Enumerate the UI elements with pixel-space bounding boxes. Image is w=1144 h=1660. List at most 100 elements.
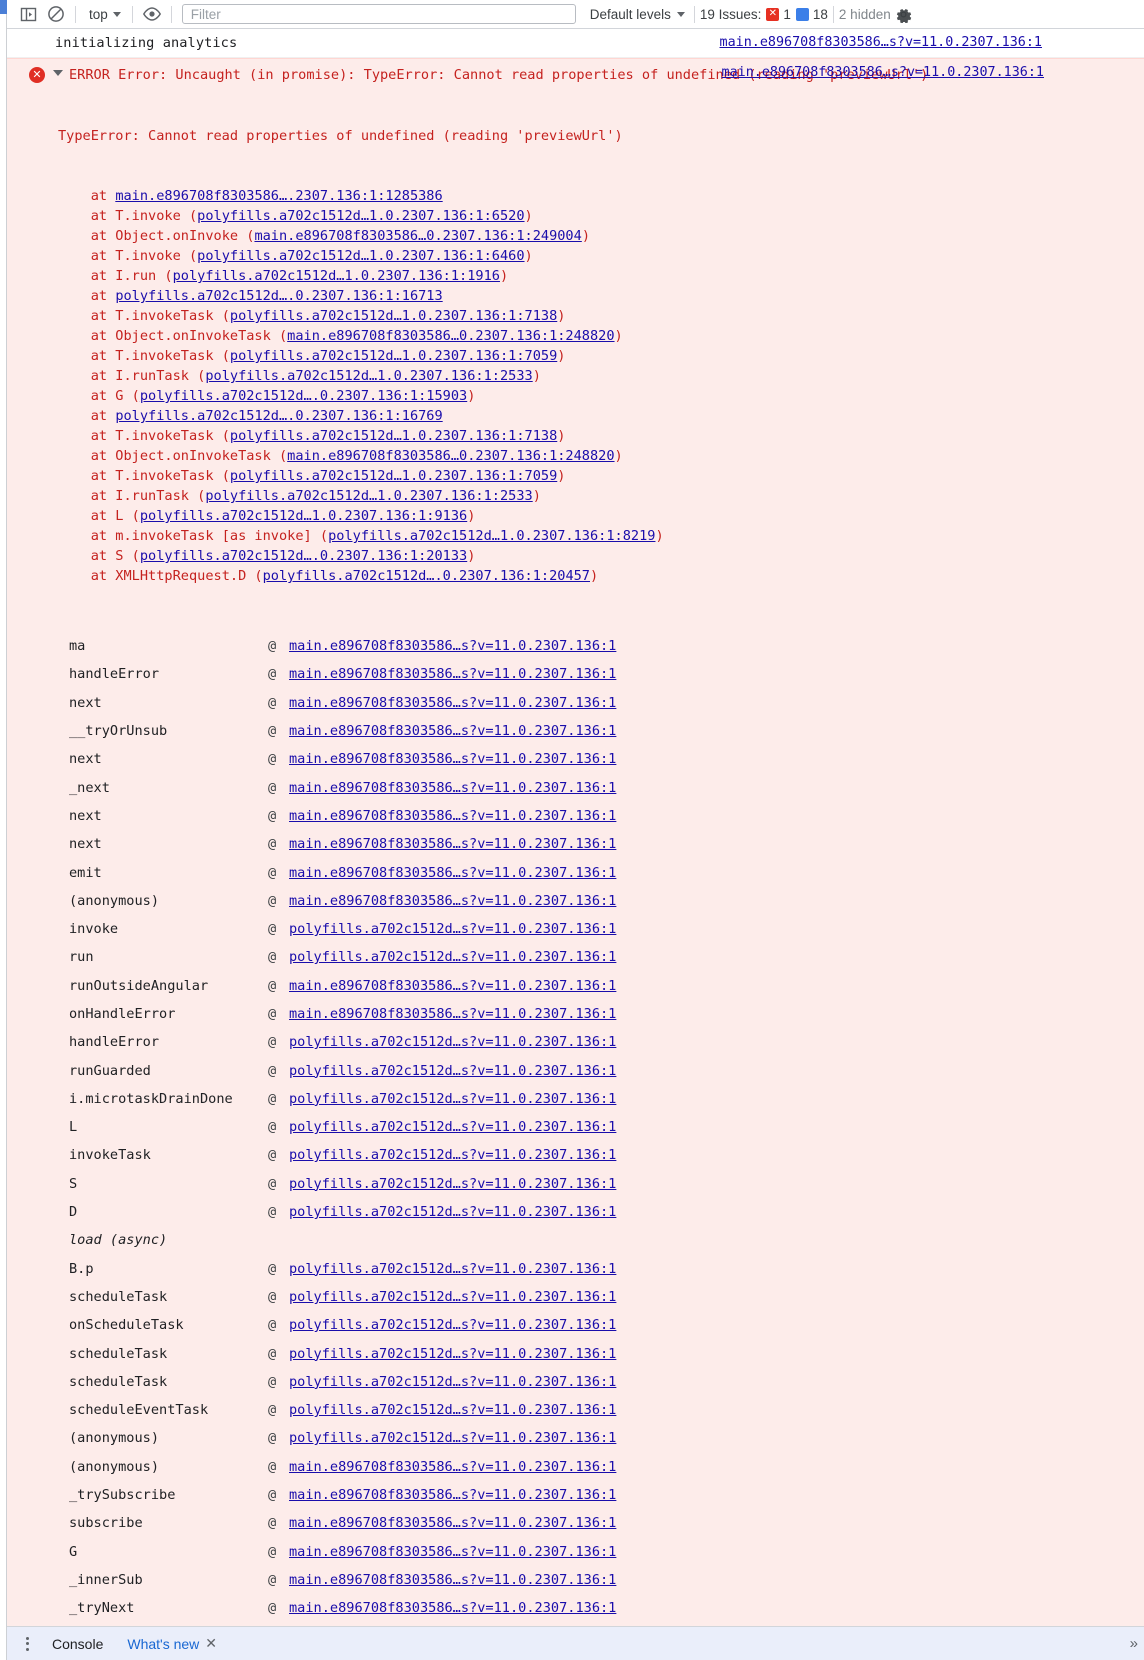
stack-frame-row[interactable]: G @ main.e896708f8303586…s?v=11.0.2307.136… bbox=[7, 1538, 1144, 1566]
stack-frame-row[interactable]: runGuarded @ polyfills.a702c1512d…s?v=11.0… bbox=[7, 1056, 1144, 1084]
stack-line-source-link[interactable]: polyfills.a702c1512d…1.0.2307.136:1:6520 bbox=[197, 208, 524, 224]
stack-line-source-link[interactable]: main.e896708f8303586…0.2307.136:1:248820 bbox=[287, 448, 614, 464]
stack-line-source-link[interactable]: polyfills.a702c1512d….0.2307.136:1:16769 bbox=[115, 408, 442, 424]
error-header[interactable]: ✕ ERROR Error: Uncaught (in promise): Ty… bbox=[7, 65, 1144, 86]
execution-context-selector[interactable]: top bbox=[81, 5, 127, 24]
log-levels-selector[interactable]: Default levels bbox=[586, 5, 689, 24]
frame-source-link[interactable]: polyfills.a702c1512d…s?v=11.0.2307.136:1 bbox=[289, 1120, 616, 1134]
stack-line-source-link[interactable]: polyfills.a702c1512d…1.0.2307.136:1:8219 bbox=[328, 528, 655, 544]
stack-line-source-link[interactable]: polyfills.a702c1512d…1.0.2307.136:1:7059 bbox=[230, 468, 557, 484]
stack-line-source-link[interactable]: polyfills.a702c1512d….0.2307.136:1:20133 bbox=[140, 548, 467, 564]
frame-source-link[interactable]: main.e896708f8303586…s?v=11.0.2307.136:1 bbox=[289, 809, 616, 823]
error-source-link[interactable]: main.e896708f8303586…s?v=11.0.2307.136:1 bbox=[722, 66, 1044, 80]
stack-frame-row[interactable]: i.microtaskDrainDone @ polyfills.a702c1512… bbox=[7, 1085, 1144, 1113]
drawer-tab-whats-new[interactable]: What's new bbox=[115, 1627, 203, 1660]
stack-frame-row[interactable]: _innerSub @ main.e896708f8303586…s?v=11.0.… bbox=[7, 1566, 1144, 1594]
frame-source-link[interactable]: polyfills.a702c1512d…s?v=11.0.2307.136:1 bbox=[289, 1431, 616, 1445]
stack-frame-row[interactable]: handleError @ polyfills.a702c1512d…s?v=11.… bbox=[7, 1028, 1144, 1056]
frame-source-link[interactable]: polyfills.a702c1512d…s?v=11.0.2307.136:1 bbox=[289, 1262, 616, 1276]
stack-frame-row[interactable]: B.p @ polyfills.a702c1512d…s?v=11.0.2307.1… bbox=[7, 1255, 1144, 1283]
stack-line-source-link[interactable]: polyfills.a702c1512d…1.0.2307.136:1:2533 bbox=[205, 488, 532, 504]
log-message-row[interactable]: initializing analytics main.e896708f8303… bbox=[7, 29, 1144, 58]
stack-frame-row[interactable]: (anonymous) @ polyfills.a702c1512d…s?v=11.… bbox=[7, 1424, 1144, 1452]
stack-frame-row[interactable]: next @ main.e896708f8303586…s?v=11.0.2307.… bbox=[7, 830, 1144, 858]
console-message-log[interactable]: initializing analytics main.e896708f8303… bbox=[7, 29, 1144, 58]
frame-source-link[interactable]: polyfills.a702c1512d…s?v=11.0.2307.136:1 bbox=[289, 1347, 616, 1361]
live-expression-button[interactable] bbox=[138, 1, 166, 27]
frame-source-link[interactable]: polyfills.a702c1512d…s?v=11.0.2307.136:1 bbox=[289, 1148, 616, 1162]
more-tools-button[interactable] bbox=[14, 1631, 40, 1657]
log-message-source-link[interactable]: main.e896708f8303586…s?v=11.0.2307.136:1 bbox=[720, 36, 1042, 50]
clear-console-button[interactable] bbox=[42, 1, 70, 27]
frame-source-link[interactable]: main.e896708f8303586…s?v=11.0.2307.136:1 bbox=[289, 724, 616, 738]
stack-line-source-link[interactable]: polyfills.a702c1512d…1.0.2307.136:1:7138 bbox=[230, 308, 557, 324]
console-settings-button[interactable] bbox=[891, 1, 917, 27]
stack-frame-row[interactable]: invoke @ polyfills.a702c1512d…s?v=11.0.230… bbox=[7, 915, 1144, 943]
frame-source-link[interactable]: main.e896708f8303586…s?v=11.0.2307.136:1 bbox=[289, 667, 616, 681]
stack-frame-row[interactable]: (anonymous) @ main.e896708f8303586…s?v=11.… bbox=[7, 1453, 1144, 1481]
stack-frame-row[interactable]: L @ polyfills.a702c1512d…s?v=11.0.2307.136… bbox=[7, 1113, 1144, 1141]
frame-source-link[interactable]: main.e896708f8303586…s?v=11.0.2307.136:1 bbox=[289, 1007, 616, 1021]
frame-source-link[interactable]: main.e896708f8303586…s?v=11.0.2307.136:1 bbox=[289, 752, 616, 766]
stack-frame-row[interactable]: invokeTask @ polyfills.a702c1512d…s?v=11.0… bbox=[7, 1141, 1144, 1169]
stack-frame-row[interactable]: _trySubscribe @ main.e896708f8303586…s?v=1… bbox=[7, 1481, 1144, 1509]
stack-line-source-link[interactable]: polyfills.a702c1512d…1.0.2307.136:1:6460 bbox=[197, 248, 524, 264]
stack-frame-row[interactable]: handleError @ main.e896708f8303586…s?v=11.… bbox=[7, 660, 1144, 688]
frame-source-link[interactable]: main.e896708f8303586…s?v=11.0.2307.136:1 bbox=[289, 979, 616, 993]
frame-source-link[interactable]: polyfills.a702c1512d…s?v=11.0.2307.136:1 bbox=[289, 1403, 616, 1417]
stack-frame-row[interactable]: onHandleError @ main.e896708f8303586…s?v=1… bbox=[7, 1000, 1144, 1028]
stack-frame-row[interactable]: _next @ main.e896708f8303586…s?v=11.0.2307… bbox=[7, 773, 1144, 801]
close-icon[interactable]: ✕ bbox=[203, 1627, 225, 1660]
frame-source-link[interactable]: main.e896708f8303586…s?v=11.0.2307.136:1 bbox=[289, 696, 616, 710]
frame-source-link[interactable]: main.e896708f8303586…s?v=11.0.2307.136:1 bbox=[289, 1460, 616, 1474]
filter-input-wrapper[interactable] bbox=[181, 4, 576, 24]
expand-triangle-icon[interactable] bbox=[53, 70, 63, 76]
stack-line-source-link[interactable]: main.e896708f8303586…0.2307.136:1:249004 bbox=[254, 228, 581, 244]
stack-line-source-link[interactable]: polyfills.a702c1512d…1.0.2307.136:1:7138 bbox=[230, 428, 557, 444]
drawer-tab-console[interactable]: Console bbox=[40, 1627, 115, 1660]
stack-line-source-link[interactable]: polyfills.a702c1512d….0.2307.136:1:16713 bbox=[115, 288, 442, 304]
frame-source-link[interactable]: polyfills.a702c1512d…s?v=11.0.2307.136:1 bbox=[289, 950, 616, 964]
frame-source-link[interactable]: main.e896708f8303586…s?v=11.0.2307.136:1 bbox=[289, 1516, 616, 1530]
stack-line-source-link[interactable]: polyfills.a702c1512d…1.0.2307.136:1:7059 bbox=[230, 348, 557, 364]
stack-line-source-link[interactable]: polyfills.a702c1512d….0.2307.136:1:20457 bbox=[263, 568, 590, 584]
stack-frame-row[interactable]: run @ polyfills.a702c1512d…s?v=11.0.2307.1… bbox=[7, 943, 1144, 971]
stack-frame-row[interactable]: next @ main.e896708f8303586…s?v=11.0.2307.… bbox=[7, 689, 1144, 717]
stack-frame-row[interactable]: next @ main.e896708f8303586…s?v=11.0.2307.… bbox=[7, 802, 1144, 830]
stack-frame-row[interactable]: __tryOrUnsub @ main.e896708f8303586…s?v=11… bbox=[7, 717, 1144, 745]
stack-line-source-link[interactable]: main.e896708f8303586….2307.136:1:1285386 bbox=[115, 188, 442, 204]
frame-source-link[interactable]: main.e896708f8303586…s?v=11.0.2307.136:1 bbox=[289, 1573, 616, 1587]
sidebar-toggle-button[interactable] bbox=[14, 1, 42, 27]
issues-counter[interactable]: 19 Issues: ✕ 1 18 bbox=[700, 7, 828, 22]
stack-frame-row[interactable]: runOutsideAngular @ main.e896708f8303586…s… bbox=[7, 972, 1144, 1000]
console-message-list[interactable]: initializing analytics main.e896708f8303… bbox=[0, 29, 1144, 1626]
stack-line-source-link[interactable]: main.e896708f8303586…0.2307.136:1:248820 bbox=[287, 328, 614, 344]
stack-frame-row[interactable]: next @ main.e896708f8303586…s?v=11.0.2307.… bbox=[7, 745, 1144, 773]
frame-source-link[interactable]: polyfills.a702c1512d…s?v=11.0.2307.136:1 bbox=[289, 1205, 616, 1219]
frame-source-link[interactable]: main.e896708f8303586…s?v=11.0.2307.136:1 bbox=[289, 639, 616, 653]
stack-frame-row[interactable]: subscribe @ main.e896708f8303586…s?v=11.0.… bbox=[7, 1509, 1144, 1537]
console-message-error[interactable]: ✕ ERROR Error: Uncaught (in promise): Ty… bbox=[7, 58, 1144, 1626]
frame-source-link[interactable]: main.e896708f8303586…s?v=11.0.2307.136:1 bbox=[289, 781, 616, 795]
frame-source-link[interactable]: main.e896708f8303586…s?v=11.0.2307.136:1 bbox=[289, 894, 616, 908]
frame-source-link[interactable]: polyfills.a702c1512d…s?v=11.0.2307.136:1 bbox=[289, 1035, 616, 1049]
frame-source-link[interactable]: polyfills.a702c1512d…s?v=11.0.2307.136:1 bbox=[289, 1064, 616, 1078]
stack-frame-row[interactable]: ma @ main.e896708f8303586…s?v=11.0.2307.13… bbox=[7, 632, 1144, 660]
frame-source-link[interactable]: main.e896708f8303586…s?v=11.0.2307.136:1 bbox=[289, 1601, 616, 1615]
frame-source-link[interactable]: main.e896708f8303586…s?v=11.0.2307.136:1 bbox=[289, 1488, 616, 1502]
stack-frame-row[interactable]: scheduleTask @ polyfills.a702c1512d…s?v=11… bbox=[7, 1283, 1144, 1311]
frame-source-link[interactable]: main.e896708f8303586…s?v=11.0.2307.136:1 bbox=[289, 1545, 616, 1559]
stack-frame-row[interactable]: emit @ main.e896708f8303586…s?v=11.0.2307.… bbox=[7, 858, 1144, 886]
stack-frame-row[interactable]: scheduleTask @ polyfills.a702c1512d…s?v=11… bbox=[7, 1368, 1144, 1396]
frame-source-link[interactable]: main.e896708f8303586…s?v=11.0.2307.136:1 bbox=[289, 837, 616, 851]
filter-input[interactable] bbox=[188, 5, 569, 23]
stack-line-source-link[interactable]: polyfills.a702c1512d….0.2307.136:1:15903 bbox=[140, 388, 467, 404]
frame-source-link[interactable]: polyfills.a702c1512d…s?v=11.0.2307.136:1 bbox=[289, 922, 616, 936]
frame-source-link[interactable]: polyfills.a702c1512d…s?v=11.0.2307.136:1 bbox=[289, 1177, 616, 1191]
stack-frame-row[interactable]: onScheduleTask @ polyfills.a702c1512d…s?v=… bbox=[7, 1311, 1144, 1339]
stack-frame-row[interactable]: D @ polyfills.a702c1512d…s?v=11.0.2307.136… bbox=[7, 1198, 1144, 1226]
stack-frame-row[interactable]: scheduleTask @ polyfills.a702c1512d…s?v=11… bbox=[7, 1339, 1144, 1367]
stack-line-source-link[interactable]: polyfills.a702c1512d…1.0.2307.136:1:1916 bbox=[173, 268, 500, 284]
stack-line-source-link[interactable]: polyfills.a702c1512d…1.0.2307.136:1:9136 bbox=[140, 508, 467, 524]
stack-frame-row[interactable]: S @ polyfills.a702c1512d…s?v=11.0.2307.136… bbox=[7, 1170, 1144, 1198]
